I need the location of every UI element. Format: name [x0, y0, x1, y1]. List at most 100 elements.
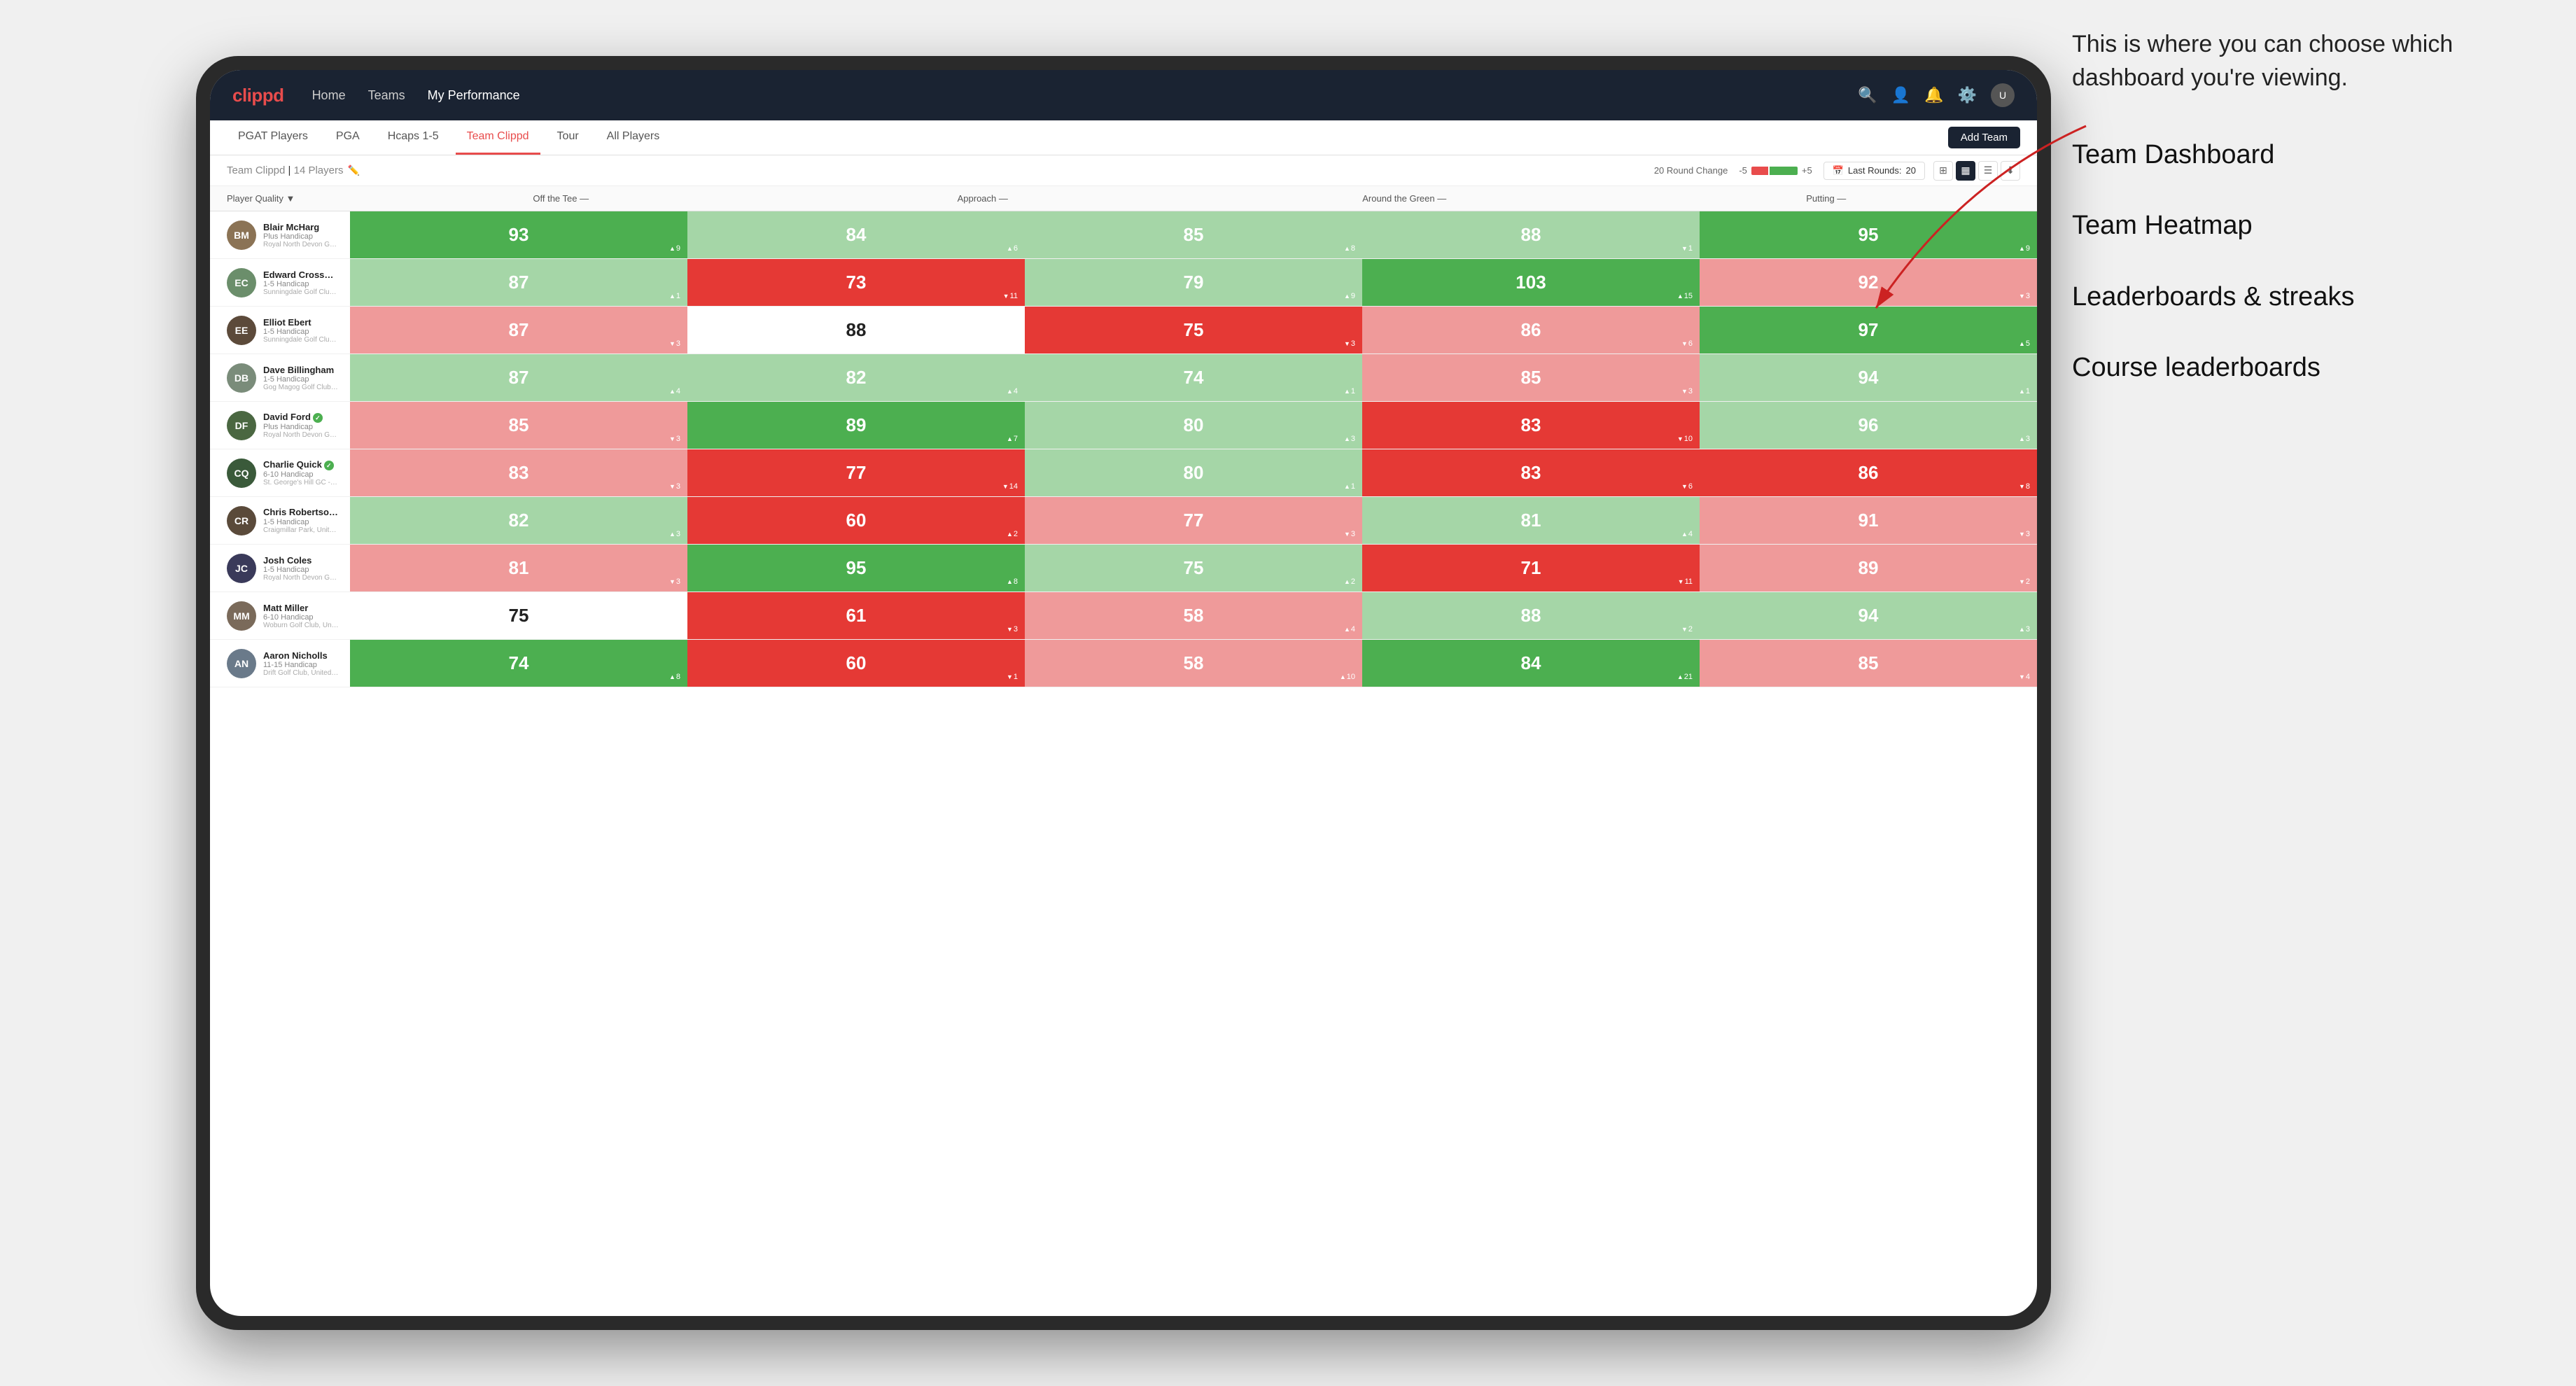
score-cell-quality[interactable]: 93 9	[350, 211, 687, 258]
score-cell-approach[interactable]: 77 3	[1025, 497, 1362, 544]
tab-pgat-players[interactable]: PGAT Players	[227, 120, 319, 155]
arrow-down	[2019, 530, 2025, 538]
player-cell[interactable]: MM Matt Miller 6-10 Handicap Woburn Golf…	[210, 596, 350, 636]
score-group-quality: 93 9	[350, 211, 687, 258]
score-cell-around_green[interactable]: 84 21	[1362, 640, 1700, 687]
tab-pga[interactable]: PGA	[325, 120, 371, 155]
score-cell-around_green[interactable]: 85 3	[1362, 354, 1700, 401]
edit-icon[interactable]: ✏️	[347, 164, 359, 176]
arrow-down	[669, 340, 676, 348]
score-cell-around_green[interactable]: 71 11	[1362, 545, 1700, 592]
player-cell[interactable]: DB Dave Billingham 1-5 Handicap Gog Mago…	[210, 358, 350, 398]
player-info: Aaron Nicholls 11-15 Handicap Drift Golf…	[263, 650, 339, 677]
score-cell-putting[interactable]: 86 8	[1700, 449, 2037, 496]
player-hcap: 1-5 Handicap	[263, 375, 339, 384]
score-group-quality: 74 8	[350, 640, 687, 687]
score-change: 5	[2019, 340, 2030, 348]
score-cell-quality[interactable]: 81 3	[350, 545, 687, 592]
tab-tour[interactable]: Tour	[546, 120, 590, 155]
tab-team-clippd[interactable]: Team Clippd	[456, 120, 540, 155]
score-cell-around_green[interactable]: 88 1	[1362, 211, 1700, 258]
nav-my-performance[interactable]: My Performance	[428, 88, 520, 103]
score-cell-putting[interactable]: 94 1	[1700, 354, 2037, 401]
neg-bar	[1751, 167, 1768, 175]
score-value: 80	[1184, 462, 1204, 484]
score-change: 4	[1681, 530, 1693, 538]
tab-all-players[interactable]: All Players	[596, 120, 671, 155]
nav-home[interactable]: Home	[312, 88, 346, 103]
player-cell[interactable]: EE Elliot Ebert 1-5 Handicap Sunningdale…	[210, 310, 350, 351]
score-cell-off_tee[interactable]: 82 4	[687, 354, 1025, 401]
score-change: 4	[1007, 387, 1018, 396]
score-change: 3	[669, 435, 680, 443]
score-cell-approach[interactable]: 80 1	[1025, 449, 1362, 496]
score-cell-quality[interactable]: 87 4	[350, 354, 687, 401]
score-cell-off_tee[interactable]: 73 11	[687, 259, 1025, 306]
score-cell-off_tee[interactable]: 95 8	[687, 545, 1025, 592]
score-cell-off_tee[interactable]: 88	[687, 307, 1025, 354]
score-cell-approach[interactable]: 74 1	[1025, 354, 1362, 401]
person-icon[interactable]: 👤	[1891, 86, 1910, 104]
player-cell[interactable]: JC Josh Coles 1-5 Handicap Royal North D…	[210, 548, 350, 589]
score-change: 4	[1344, 625, 1355, 634]
score-cell-approach[interactable]: 58 10	[1025, 640, 1362, 687]
player-cell[interactable]: AN Aaron Nicholls 11-15 Handicap Drift G…	[210, 643, 350, 684]
score-group-quality: 85 3	[350, 402, 687, 449]
approach-header[interactable]: Approach —	[772, 193, 1194, 204]
score-cell-quality[interactable]: 74 8	[350, 640, 687, 687]
bell-icon[interactable]: 🔔	[1924, 86, 1943, 104]
score-cell-off_tee[interactable]: 61 3	[687, 592, 1025, 639]
score-cell-quality[interactable]: 83 3	[350, 449, 687, 496]
score-cell-off_tee[interactable]: 77 14	[687, 449, 1025, 496]
player-hcap: 1-5 Handicap	[263, 280, 339, 288]
score-value: 96	[1858, 414, 1879, 436]
score-cell-off_tee[interactable]: 89 7	[687, 402, 1025, 449]
score-cell-quality[interactable]: 87 3	[350, 307, 687, 354]
score-change: 3	[2019, 625, 2030, 634]
score-cell-putting[interactable]: 96 3	[1700, 402, 2037, 449]
player-cell[interactable]: DF David Ford✓ Plus Handicap Royal North…	[210, 405, 350, 446]
player-cell[interactable]: CR Chris Robertson✓ 1-5 Handicap Craigmi…	[210, 500, 350, 541]
settings-icon[interactable]: ⚙️	[1958, 86, 1977, 104]
score-cell-quality[interactable]: 85 3	[350, 402, 687, 449]
player-hcap: 11-15 Handicap	[263, 661, 339, 669]
player-quality-header[interactable]: Player Quality ▼	[210, 193, 350, 204]
score-cell-quality[interactable]: 87 1	[350, 259, 687, 306]
player-club: Royal North Devon Golf Club, United King…	[263, 241, 339, 248]
score-cell-off_tee[interactable]: 60 2	[687, 497, 1025, 544]
score-group-quality: 87 3	[350, 307, 687, 354]
tab-hcaps[interactable]: Hcaps 1-5	[377, 120, 450, 155]
score-cell-quality[interactable]: 82 3	[350, 497, 687, 544]
player-cell[interactable]: EC Edward Crossman 1-5 Handicap Sunningd…	[210, 262, 350, 303]
score-cell-around_green[interactable]: 81 4	[1362, 497, 1700, 544]
column-headers: Player Quality ▼ Off the Tee — Approach …	[210, 186, 2037, 211]
score-cell-approach[interactable]: 85 8	[1025, 211, 1362, 258]
score-cell-putting[interactable]: 85 4	[1700, 640, 2037, 687]
score-cell-around_green[interactable]: 103 15	[1362, 259, 1700, 306]
score-cell-putting[interactable]: 89 2	[1700, 545, 2037, 592]
score-group-off_tee: 77 14	[687, 449, 1025, 496]
score-cell-approach[interactable]: 80 3	[1025, 402, 1362, 449]
score-cell-putting[interactable]: 91 3	[1700, 497, 2037, 544]
player-cell[interactable]: CQ Charlie Quick✓ 6-10 Handicap St. Geor…	[210, 453, 350, 493]
score-cell-around_green[interactable]: 83 10	[1362, 402, 1700, 449]
score-cell-around_green[interactable]: 83 6	[1362, 449, 1700, 496]
score-cell-off_tee[interactable]: 60 1	[687, 640, 1025, 687]
player-club: Drift Golf Club, United Kingdom	[263, 669, 339, 677]
around-green-header[interactable]: Around the Green —	[1194, 193, 1616, 204]
score-cell-approach[interactable]: 79 9	[1025, 259, 1362, 306]
avatar[interactable]: U	[1991, 83, 2015, 107]
player-cell[interactable]: BM Blair McHarg Plus Handicap Royal Nort…	[210, 215, 350, 255]
score-cell-around_green[interactable]: 88 2	[1362, 592, 1700, 639]
score-cell-approach[interactable]: 75 2	[1025, 545, 1362, 592]
score-cell-approach[interactable]: 75 3	[1025, 307, 1362, 354]
score-cell-off_tee[interactable]: 84 6	[687, 211, 1025, 258]
score-cell-quality[interactable]: 75	[350, 592, 687, 639]
score-cell-approach[interactable]: 58 4	[1025, 592, 1362, 639]
player-info: Dave Billingham 1-5 Handicap Gog Magog G…	[263, 365, 339, 391]
nav-teams[interactable]: Teams	[368, 88, 405, 103]
score-cell-putting[interactable]: 94 3	[1700, 592, 2037, 639]
score-cell-around_green[interactable]: 86 6	[1362, 307, 1700, 354]
off-tee-header[interactable]: Off the Tee —	[350, 193, 772, 204]
search-icon[interactable]: 🔍	[1858, 86, 1877, 104]
